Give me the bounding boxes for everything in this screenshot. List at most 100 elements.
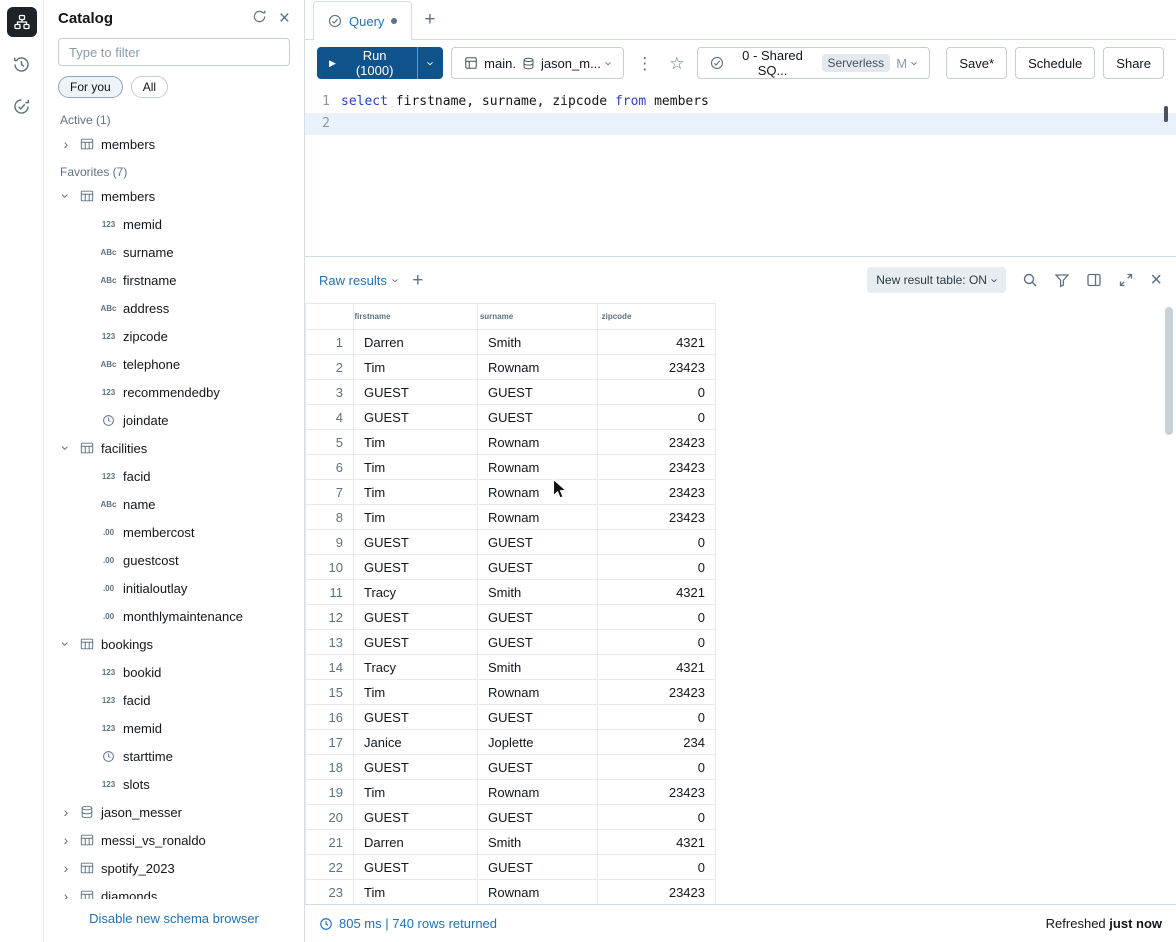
column-item-starttime[interactable]: starttime [44,742,304,770]
chevron-icon[interactable]: › [60,832,72,848]
clock-icon [100,414,117,427]
chevron-icon[interactable]: › [60,888,72,899]
column-item-firstname[interactable]: ABcfirstname [44,266,304,294]
tree-item-diamonds[interactable]: ›diamonds [44,882,304,899]
tree-item-members[interactable]: ›members [44,130,304,158]
table-row[interactable]: 22GUESTGUEST0 [306,855,716,880]
close-panel-icon[interactable]: × [279,9,290,28]
table-row[interactable]: 12GUESTGUEST0 [306,605,716,630]
table-row[interactable]: 16GUESTGUEST0 [306,705,716,730]
column-item-memid[interactable]: 123memid [44,714,304,742]
column-item-recommendedby[interactable]: 123recommendedby [44,378,304,406]
column-item-initialoutlay[interactable]: .00initialoutlay [44,574,304,602]
run-options-dropdown[interactable]: › [417,47,443,79]
table-row[interactable]: 10GUESTGUEST0 [306,555,716,580]
table-row[interactable]: 9GUESTGUEST0 [306,530,716,555]
column-item-joindate[interactable]: joindate [44,406,304,434]
share-button[interactable]: Share [1103,47,1164,79]
tree-item-facilities[interactable]: ›facilities [44,434,304,462]
close-results-icon[interactable]: × [1150,270,1162,290]
query-history-icon[interactable] [7,91,37,121]
dec-icon: .00 [100,584,117,593]
chevron-icon[interactable]: › [60,860,72,876]
column-item-monthlymaintenance[interactable]: .00monthlymaintenance [44,602,304,630]
sql-editor[interactable]: 1select firstname, surname, zipcode from… [305,86,1176,256]
column-item-zipcode[interactable]: 123zipcode [44,322,304,350]
chevron-icon[interactable]: › [58,638,74,650]
tab-query[interactable]: Query [313,1,412,40]
column-item-slots[interactable]: 123slots [44,770,304,798]
tree-item-members[interactable]: ›members [44,182,304,210]
table-row[interactable]: 8TimRownam23423 [306,505,716,530]
catalog-filter-input[interactable] [58,38,290,66]
table-row[interactable]: 3GUESTGUEST0 [306,380,716,405]
table-row[interactable]: 15TimRownam23423 [306,680,716,705]
history-icon[interactable] [7,49,37,79]
str-icon: ABc [100,360,117,369]
save-button[interactable]: Save* [946,47,1007,79]
pill-for-you[interactable]: For you [58,76,123,98]
side-panel-icon[interactable] [1086,272,1102,288]
fullscreen-icon[interactable] [1118,272,1134,288]
table-row[interactable]: 20GUESTGUEST0 [306,805,716,830]
raw-results-tab[interactable]: Raw results › [319,273,398,288]
table-row[interactable]: 11TracySmith4321 [306,580,716,605]
chevron-icon[interactable]: › [58,442,74,454]
table-row[interactable]: 2TimRownam23423 [306,355,716,380]
schema-browser-icon[interactable] [7,7,37,37]
results-scrollbar[interactable] [1165,307,1173,900]
refreshed-status: Refreshed just now [1046,916,1162,931]
column-header-firstname[interactable]: firstname [354,304,478,330]
add-result-tab-button[interactable]: + [412,271,423,290]
kebab-menu-icon[interactable]: ⋮ [632,55,657,72]
table-row[interactable]: 19TimRownam23423 [306,780,716,805]
new-result-table-toggle[interactable]: New result table: ON › [867,267,1006,293]
table-row[interactable]: 18GUESTGUEST0 [306,755,716,780]
column-item-telephone[interactable]: ABctelephone [44,350,304,378]
column-item-facid[interactable]: 123facid [44,462,304,490]
pill-all[interactable]: All [131,76,168,98]
warehouse-selector[interactable]: 0 - Shared SQ... Serverless M › [697,47,931,79]
new-tab-button[interactable]: + [424,10,435,29]
column-header-zipcode[interactable]: zipcode [598,304,716,330]
editor-scrollbar[interactable] [1164,106,1168,122]
tree-item-bookings[interactable]: ›bookings [44,630,304,658]
tree-item-spotify_2023[interactable]: ›spotify_2023 [44,854,304,882]
column-item-address[interactable]: ABcaddress [44,294,304,322]
table-row[interactable]: 14TracySmith4321 [306,655,716,680]
table-row[interactable]: 6TimRownam23423 [306,455,716,480]
column-item-facid[interactable]: 123facid [44,686,304,714]
table-row[interactable]: 1DarrenSmith4321 [306,330,716,355]
editor-line-1[interactable]: 1select firstname, surname, zipcode from… [305,91,1176,113]
chevron-icon[interactable]: › [60,136,72,152]
table-row[interactable]: 23TimRownam23423 [306,880,716,905]
chevron-icon[interactable]: › [58,190,74,202]
table-cell: 20 [306,805,354,830]
table-cell: Smith [478,330,598,355]
column-item-memid[interactable]: 123memid [44,210,304,238]
table-row[interactable]: 13GUESTGUEST0 [306,630,716,655]
tree-item-jason_messer[interactable]: ›jason_messer [44,798,304,826]
chevron-icon[interactable]: › [60,804,72,820]
column-header-surname[interactable]: surname [478,304,598,330]
column-item-surname[interactable]: ABcsurname [44,238,304,266]
table-row[interactable]: 4GUESTGUEST0 [306,405,716,430]
filter-icon[interactable] [1054,272,1070,288]
refresh-icon[interactable] [252,9,267,27]
schedule-button[interactable]: Schedule [1015,47,1095,79]
column-item-membercost[interactable]: .00membercost [44,518,304,546]
column-item-name[interactable]: ABcname [44,490,304,518]
catalog-schema-selector[interactable]: main. jason_m... › [451,47,624,79]
table-row[interactable]: 17JaniceJoplette234 [306,730,716,755]
editor-line-2[interactable]: 2 [305,113,1176,135]
table-row[interactable]: 7TimRownam23423 [306,480,716,505]
table-row[interactable]: 5TimRownam23423 [306,430,716,455]
tree-item-messi_vs_ronaldo[interactable]: ›messi_vs_ronaldo [44,826,304,854]
search-icon[interactable] [1022,272,1038,288]
column-item-bookid[interactable]: 123bookid [44,658,304,686]
table-row[interactable]: 21DarrenSmith4321 [306,830,716,855]
run-button[interactable]: ▶ Run (1000) [317,47,417,79]
column-item-guestcost[interactable]: .00guestcost [44,546,304,574]
favorite-star-icon[interactable]: ☆ [665,55,688,72]
disable-schema-browser-link[interactable]: Disable new schema browser [89,911,259,926]
